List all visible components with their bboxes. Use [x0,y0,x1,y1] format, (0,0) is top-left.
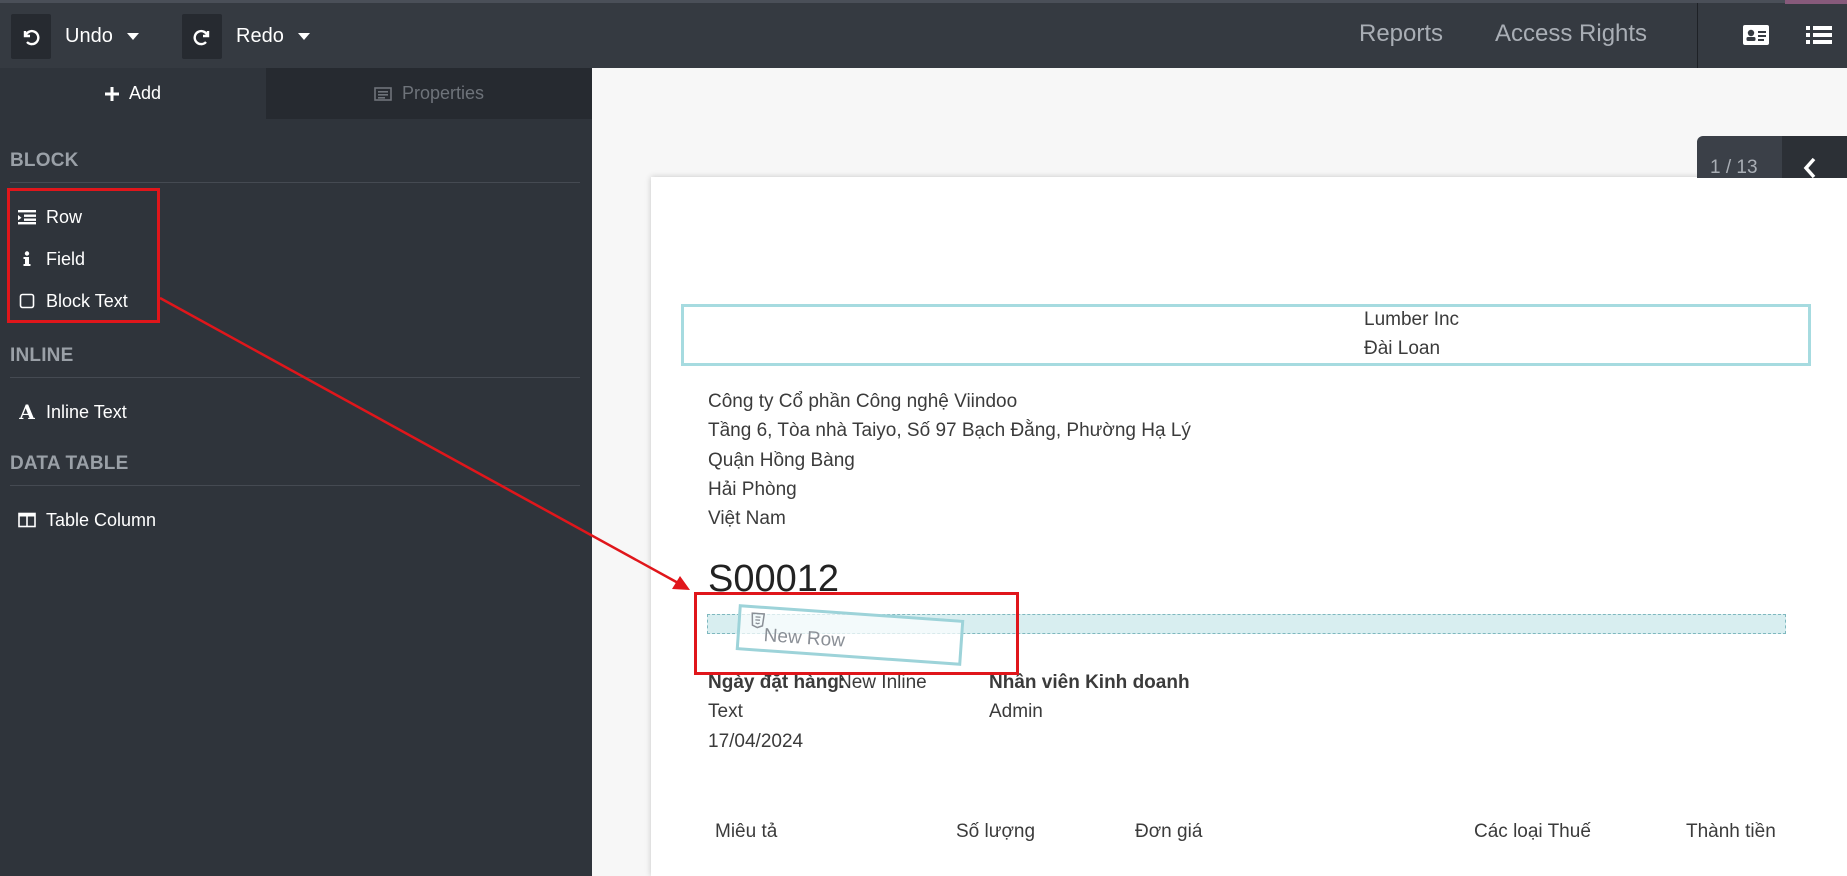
id-card-icon[interactable] [1741,21,1771,49]
tab-add[interactable]: Add [0,68,266,119]
company-address: Tầng 6, Tòa nhà Taiyo, Số 97 Bạch Đằng, … [708,420,1191,441]
top-toolbar: Undo Redo Reports Access Rights [0,0,1847,71]
sidebar-item-table-column[interactable]: Table Column [16,505,156,535]
redo-button[interactable]: Redo [182,14,310,59]
order-date-inline-text: New Inline [838,672,927,693]
order-date-value: 17/04/2024 [708,731,804,752]
brand-accent-strip [1785,0,1847,4]
report-page [651,177,1847,876]
pager-value: 1 / 13 [1710,157,1758,178]
chevron-down-icon[interactable] [297,33,310,40]
redo-icon [182,14,222,59]
company-city: Hải Phòng [708,479,797,500]
plus-icon [104,86,119,101]
toolbar-divider [1697,3,1698,71]
order-date-inline-text-2: Text [708,701,743,722]
section-divider [10,485,580,486]
access-rights-link[interactable]: Access Rights [1495,20,1647,48]
tab-properties[interactable]: Properties [266,68,592,119]
undo-label: Undo [65,25,113,47]
properties-icon [374,86,392,101]
company-name: Công ty Cổ phần Công nghệ Viindoo [708,391,1018,412]
chevron-left-icon [1803,157,1816,179]
tab-properties-label: Properties [401,83,485,103]
annotation-highlight-drop-target [694,592,1019,675]
redo-label: Redo [236,25,284,47]
table-header-taxes: Các loại Thuế [1474,821,1591,842]
salesperson-value: Admin [989,701,1043,722]
order-date-label: Ngày đặt hàng: [708,672,846,693]
sidebar-item-inline-text[interactable]: A Inline Text [16,397,127,427]
company-country: Việt Nam [708,508,786,529]
section-title-data-table: DATA TABLE [10,453,129,474]
annotation-highlight-block-items [7,188,160,323]
text-a-icon: A [19,400,35,424]
tab-add-label: Add [128,83,162,103]
company-district: Quận Hồng Bàng [708,450,855,471]
pager-prev-button[interactable] [1782,136,1847,179]
sidebar-item-label: Table Column [46,509,157,530]
chevron-down-icon[interactable] [126,33,139,40]
reports-link[interactable]: Reports [1359,20,1443,48]
section-divider [10,377,580,378]
table-header-unit-price: Đơn giá [1135,821,1203,842]
table-header-description: Miêu tả [715,821,778,842]
section-divider [10,182,580,183]
section-title-block: BLOCK [10,150,79,171]
table-header-quantity: Số lượng [956,821,1036,842]
undo-button[interactable]: Undo [11,14,139,59]
columns-icon [16,510,38,530]
list-icon[interactable] [1804,21,1834,49]
sidebar-tabs: Add Properties [0,68,592,119]
sidebar-item-label: Inline Text [46,401,127,422]
customer-name: Lumber Inc [1364,309,1460,330]
salesperson-label: Nhân viên Kinh doanh [989,672,1190,693]
pager: 1 / 13 [1697,136,1847,179]
customer-country: Đài Loan [1364,338,1441,359]
header-block[interactable] [681,304,1811,366]
table-header-subtotal: Thành tiền [1686,821,1776,842]
section-title-inline: INLINE [10,345,74,366]
undo-icon [11,14,51,59]
